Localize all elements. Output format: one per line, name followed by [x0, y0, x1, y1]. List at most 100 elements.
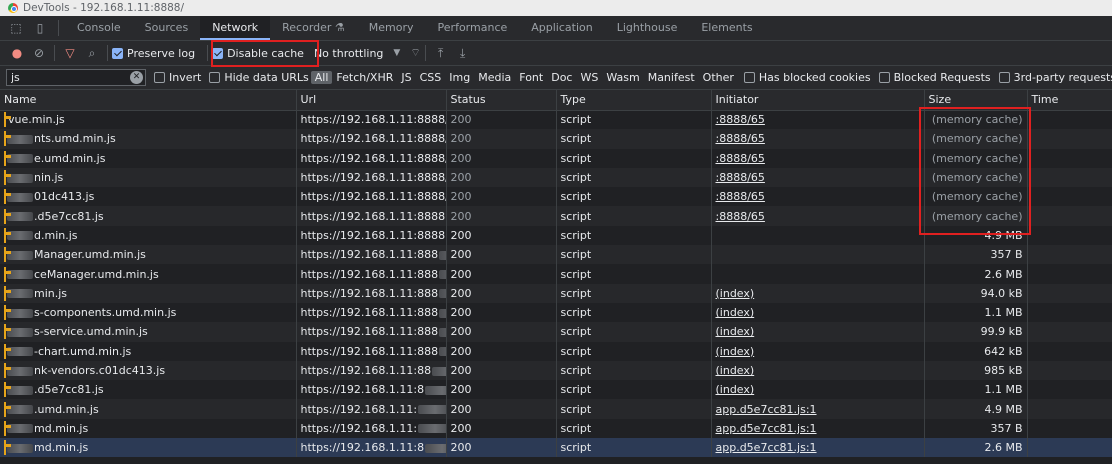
url-cell: https://192.168.1.11:8888/ [296, 148, 447, 168]
initiator-link[interactable]: :8888/65 [711, 167, 925, 188]
type-filter-fetch-xhr[interactable]: Fetch/XHR [332, 71, 397, 84]
table-row[interactable]: s-service.umd.min.js https://192.168.1.11… [0, 322, 1112, 342]
type-filter-all[interactable]: All [310, 71, 333, 84]
clear-filter-icon[interactable]: ✕ [130, 71, 143, 84]
initiator-link[interactable] [711, 245, 925, 265]
export-har-icon[interactable]: ⤓ [452, 42, 474, 64]
table-row[interactable]: vue.min.js https://192.168.1.11:8888/200 s… [0, 110, 1112, 130]
network-conditions-icon[interactable]: ⌔ [410, 46, 420, 60]
record-icon[interactable]: ● [6, 42, 28, 64]
initiator-link[interactable]: :8888/65 [711, 187, 925, 207]
table-row[interactable]: .d5e7cc81.js https://192.168.1.11:8 200 scr… [0, 380, 1112, 400]
filter-icon[interactable]: ▽ [59, 42, 81, 64]
initiator-link[interactable]: (index) [711, 283, 925, 303]
type-filter-img[interactable]: Img [445, 71, 474, 84]
table-row[interactable]: 01dc413.js https://192.168.1.11:8888/200 s… [0, 187, 1112, 207]
table-row[interactable]: nts.umd.min.js https://192.168.1.11:8888/… [0, 129, 1112, 149]
hide-data-urls-checkbox[interactable]: Hide data URLs [209, 71, 309, 84]
table-row[interactable]: .umd.min.js https://192.168.1.11: 200 scrip… [0, 399, 1112, 419]
tab-elements[interactable]: Elements [689, 16, 764, 40]
has-blocked-cookies-checkbox[interactable]: Has blocked cookies [743, 71, 871, 84]
type-filter-media[interactable]: Media [474, 71, 515, 84]
column-header-initiator[interactable]: Initiator [711, 90, 925, 111]
throttling-select[interactable]: No throttling ▼ ⌔ [314, 46, 421, 60]
status-cell: 200 [446, 438, 557, 458]
initiator-link[interactable]: app.d5e7cc81.js:1 [711, 438, 925, 458]
type-filter-wasm[interactable]: Wasm [602, 71, 643, 84]
table-row[interactable]: d.min.js https://192.168.1.11:8888 200 scri… [0, 225, 1112, 246]
invert-checkbox[interactable]: Invert [154, 71, 201, 84]
initiator-link[interactable]: (index) [711, 380, 925, 400]
type-filter-manifest[interactable]: Manifest [644, 71, 699, 84]
size-cell: (memory cache) [924, 148, 1028, 168]
initiator-link[interactable]: (index) [711, 360, 925, 381]
device-toolbar-icon[interactable]: ▯ [28, 16, 52, 40]
size-cell: 985 kB [924, 360, 1028, 381]
type-filter-other[interactable]: Other [699, 71, 738, 84]
tab-application[interactable]: Application [519, 16, 604, 40]
table-row[interactable]: e.umd.min.js https://192.168.1.11:8888/20… [0, 148, 1112, 168]
type-filter-doc[interactable]: Doc [547, 71, 576, 84]
blocked-requests-checkbox[interactable]: Blocked Requests [878, 71, 991, 84]
column-header-status[interactable]: Status [446, 90, 557, 111]
type-filter-css[interactable]: CSS [416, 71, 446, 84]
tab-console[interactable]: Console [65, 16, 133, 40]
initiator-link[interactable]: app.d5e7cc81.js:1 [711, 418, 925, 439]
table-row[interactable]: min.js https://192.168.1.11:888 200 script(… [0, 283, 1112, 303]
initiator-link[interactable]: :8888/65 [711, 129, 925, 149]
search-icon[interactable]: ⌕ [81, 42, 103, 64]
table-row[interactable]: -chart.umd.min.js https://192.168.1.11:88… [0, 341, 1112, 361]
url-cell: https://192.168.1.11:888 [296, 283, 447, 303]
url-cell: https://192.168.1.11:8888/ [296, 187, 447, 207]
type-filter-font[interactable]: Font [515, 71, 547, 84]
tab-divider [58, 20, 59, 36]
initiator-link[interactable]: (index) [711, 322, 925, 342]
import-har-icon[interactable]: ⤒ [430, 42, 452, 64]
table-row[interactable]: .d5e7cc81.js https://192.168.1.11:8888 200… [0, 206, 1112, 226]
inspect-element-icon[interactable]: ⬚ [4, 16, 28, 40]
tab-lighthouse[interactable]: Lighthouse [605, 16, 690, 40]
table-row[interactable]: s-components.umd.min.js https://192.168.1… [0, 302, 1112, 323]
tab-performance[interactable]: Performance [426, 16, 520, 40]
column-header-type[interactable]: Type [556, 90, 712, 111]
table-row[interactable]: nin.js https://192.168.1.11:8888/200 scrip… [0, 167, 1112, 188]
time-cell [1027, 225, 1112, 246]
tab-recorder[interactable]: Recorder ⚗ [270, 16, 357, 40]
initiator-link[interactable] [711, 225, 925, 246]
initiator-link[interactable] [711, 264, 925, 284]
clear-icon[interactable]: ⊘ [28, 42, 50, 64]
type-filter-ws[interactable]: WS [576, 71, 602, 84]
preserve-log-checkbox[interactable]: Preserve log [112, 47, 195, 60]
initiator-link[interactable]: app.d5e7cc81.js:1 [711, 399, 925, 419]
table-row[interactable]: nk-vendors.c01dc413.js https://192.168.1.… [0, 360, 1112, 381]
table-row[interactable]: ceManager.umd.min.js https://192.168.1.11… [0, 264, 1112, 284]
tab-memory[interactable]: Memory [357, 16, 426, 40]
request-url: https://192.168.1.11:8888 [300, 209, 446, 223]
disable-cache-checkbox[interactable]: Disable cache [212, 47, 304, 60]
tab-sources[interactable]: Sources [133, 16, 201, 40]
type-filter-js[interactable]: JS [397, 71, 415, 84]
table-row[interactable]: Manager.umd.min.js https://192.168.1.11:8… [0, 245, 1112, 265]
has-blocked-cookies-check-icon [743, 72, 755, 83]
name-cell: min.js [0, 283, 297, 303]
filter-input[interactable] [6, 69, 146, 86]
time-cell [1027, 322, 1112, 342]
table-row[interactable]: md.min.js https://192.168.1.11: 200 script a… [0, 418, 1112, 439]
third-party-checkbox[interactable]: 3rd-party requests [998, 71, 1112, 84]
tab-network[interactable]: Network [200, 16, 271, 40]
name-cell: md.min.js [0, 418, 297, 439]
initiator-link[interactable]: :8888/65 [711, 206, 925, 226]
initiator-link[interactable]: :8888/65 [711, 110, 925, 130]
column-header-size[interactable]: Size [924, 90, 1028, 111]
table-row[interactable]: md.min.js https://192.168.1.11:8 200 script… [0, 438, 1112, 458]
initiator-link[interactable]: (index) [711, 341, 925, 361]
script-file-icon [4, 227, 6, 243]
request-url: https://192.168.1.11:888 [300, 286, 439, 300]
column-header-time[interactable]: Time [1027, 90, 1112, 111]
column-header-url[interactable]: Url [296, 90, 447, 111]
initiator-link[interactable]: :8888/65 [711, 148, 925, 168]
column-header-name[interactable]: Name [0, 90, 297, 111]
type-cell: script [556, 399, 712, 419]
initiator-link[interactable]: (index) [711, 302, 925, 323]
size-cell: (memory cache) [924, 129, 1028, 149]
